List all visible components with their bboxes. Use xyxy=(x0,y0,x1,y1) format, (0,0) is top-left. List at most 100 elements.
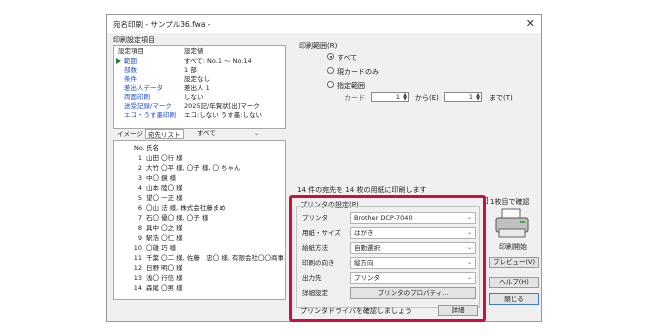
confirm-checkbox-label: 1枚目で確認 xyxy=(490,198,530,206)
to-spin[interactable]: 1 ▲ ▼ xyxy=(444,92,482,102)
paper-feed-select[interactable]: 自動選択 ⌄ xyxy=(350,242,476,254)
dropdown-icon: ⌄ xyxy=(253,130,259,137)
settings-row[interactable]: エコ・うす墨印刷 エコ:しない うす墨:しない xyxy=(114,111,285,120)
settings-item[interactable]: 送受記録/マーク xyxy=(124,102,172,111)
list-row-no: 11 xyxy=(133,254,142,262)
list-row-no: 12 xyxy=(133,264,142,272)
printer-select[interactable]: Brother DCP-7040 ⌄ xyxy=(350,212,476,224)
radio-all-label: すべて xyxy=(337,54,358,62)
to-label: まで(T) xyxy=(489,94,513,102)
radio-current[interactable] xyxy=(327,67,334,74)
help-button[interactable]: ヘルプ(H) xyxy=(489,277,539,288)
printer-settings-highlight: プリンタの設定(P) プリンタ Brother DCP-7040 ⌄ 用紙・サイズ… xyxy=(289,195,486,322)
radio-specify[interactable] xyxy=(327,81,334,88)
output-select[interactable]: プリンタ ⌄ xyxy=(350,272,476,284)
paper-feed-row[interactable]: 給紙方法 自動選択 ⌄ xyxy=(298,241,478,255)
list-item[interactable]: 具中 〇之 様 xyxy=(146,224,183,233)
list-row-no: 8 xyxy=(137,224,142,232)
list-item[interactable]: 森尾 〇男 様 xyxy=(146,284,183,293)
printer-label: プリンタ xyxy=(302,214,328,222)
window-title: 宛名印刷 - サンプル36.fwa - xyxy=(113,20,211,29)
list-row-no: 5 xyxy=(137,194,142,202)
list-item[interactable]: 〇雄 巧 様 xyxy=(146,244,176,253)
printer-icon xyxy=(495,208,529,238)
list-item[interactable]: 山本 陸〇 様 xyxy=(146,184,183,193)
detail-button[interactable]: 詳細 xyxy=(438,305,478,316)
detail-label: 詳細設定 xyxy=(302,289,328,297)
spin-icon: ▲ ▼ xyxy=(476,92,480,102)
settings-item[interactable]: 両面印刷 xyxy=(124,93,150,102)
list-row-no: 13 xyxy=(133,274,142,282)
settings-item[interactable]: 部数 xyxy=(124,66,137,75)
list-item[interactable]: 中〇 鏡 様 xyxy=(146,174,176,183)
driver-note: プリンタドライバを確認しましょう xyxy=(300,307,412,315)
list-item[interactable]: 千葉 〇二 様, 佐藤 忠〇 様, 有限会社〇〇商事 xyxy=(146,254,284,263)
paper-size-select[interactable]: はがき ⌄ xyxy=(350,227,476,239)
printer-row[interactable]: プリンタ Brother DCP-7040 ⌄ xyxy=(298,211,478,225)
settings-item[interactable]: エコ・うす墨印刷 xyxy=(124,111,176,120)
settings-group-label: 印刷設定項目 xyxy=(113,36,155,44)
play-arrow-icon xyxy=(116,58,121,64)
settings-value: 設定なし xyxy=(184,75,210,83)
filter-select[interactable]: すべて ⌄ xyxy=(194,129,262,139)
settings-row[interactable]: 条件 設定なし xyxy=(114,75,285,84)
list-item[interactable]: 望〇 一正 様 xyxy=(146,194,183,203)
preview-button[interactable]: プレビュー(V) xyxy=(489,257,539,268)
output-row[interactable]: 出力先 プリンタ ⌄ xyxy=(298,271,478,285)
list-row-no: 9 xyxy=(137,234,142,242)
settings-col-item: 設定項目 xyxy=(118,47,144,55)
settings-row[interactable]: 両面印刷 しない xyxy=(114,93,285,102)
settings-row[interactable]: 範囲 すべて: No.1 ～ No.14 xyxy=(114,57,285,66)
filter-value: すべて xyxy=(197,129,216,137)
radio-all[interactable] xyxy=(327,53,334,60)
spin-icon: ▲ ▼ xyxy=(403,92,407,102)
summary-text: 14 件の宛先を 14 枚の用紙に印刷します xyxy=(297,186,427,194)
paper-size-label: 用紙・サイズ xyxy=(302,229,341,237)
orientation-value: 縦方向 xyxy=(354,259,374,267)
list-col-name: 氏名 xyxy=(146,144,159,152)
dropdown-icon: ⌄ xyxy=(466,274,472,281)
list-item[interactable]: 〇山 法 様, 株式会社藤まめ xyxy=(146,204,226,213)
list-row-no: 3 xyxy=(137,174,142,182)
settings-row[interactable]: 送受記録/マーク 2025記/年賀状[出]マーク xyxy=(114,102,285,111)
settings-item[interactable]: 範囲 xyxy=(124,57,137,66)
paper-size-row[interactable]: 用紙・サイズ はがき ⌄ xyxy=(298,226,478,240)
list-row-no: 7 xyxy=(137,214,142,222)
dropdown-icon: ⌄ xyxy=(466,229,472,236)
list-col-no: No. xyxy=(134,144,145,152)
list-row-no: 14 xyxy=(133,284,142,292)
printer-property-button[interactable]: プリンタのプロパティ... xyxy=(350,287,476,299)
from-value: 1 xyxy=(395,93,400,101)
settings-value: すべて: No.1 ～ No.14 xyxy=(184,57,252,65)
tab-image[interactable]: イメージ xyxy=(115,129,145,139)
dropdown-icon: ⌄ xyxy=(466,244,472,251)
settings-row[interactable]: 差出人データ 差出人 1 xyxy=(114,84,285,93)
list-item[interactable]: 石〇 優〇 様, 〇子 様 xyxy=(146,214,208,223)
title-bar: 宛名印刷 - サンプル36.fwa - ✕ xyxy=(107,15,541,33)
settings-row[interactable]: 部数 1 部 xyxy=(114,66,285,75)
orientation-select[interactable]: 縦方向 ⌄ xyxy=(350,257,476,269)
radio-specify-label: 指定範囲 xyxy=(337,82,365,90)
to-value: 1 xyxy=(468,93,473,101)
list-item[interactable]: 駅浩 〇仁 様 xyxy=(146,234,183,243)
paper-feed-label: 給紙方法 xyxy=(302,244,328,252)
print-start-label: 印刷開始 xyxy=(499,243,527,251)
tab-address-list[interactable]: 宛先リスト xyxy=(145,129,184,139)
close-button[interactable]: 閉じる xyxy=(489,293,539,305)
settings-item[interactable]: 差出人データ xyxy=(124,84,163,93)
print-start-button[interactable]: 印刷開始 xyxy=(492,207,532,251)
settings-value: 差出人 1 xyxy=(184,84,210,92)
orientation-label: 印刷の向き xyxy=(302,259,335,267)
from-spin[interactable]: 1 ▲ ▼ xyxy=(371,92,409,102)
list-item[interactable]: 大竹 〇平 様, 〇子 様, 〇 ちゃん xyxy=(146,164,241,173)
output-label: 出力先 xyxy=(302,274,322,282)
settings-item[interactable]: 条件 xyxy=(124,75,137,84)
card-label: カード xyxy=(344,94,365,102)
orientation-row[interactable]: 印刷の向き 縦方向 ⌄ xyxy=(298,256,478,270)
list-item[interactable]: 浅〇 行信 様 xyxy=(146,274,183,283)
close-icon[interactable]: ✕ xyxy=(526,17,535,30)
list-item[interactable]: 山田 〇行 様 xyxy=(146,154,183,163)
printer-value: Brother DCP-7040 xyxy=(354,214,413,222)
list-item[interactable]: 日野 明〇 様 xyxy=(146,264,183,273)
settings-value: 2025記/年賀状[出]マーク xyxy=(184,102,260,110)
